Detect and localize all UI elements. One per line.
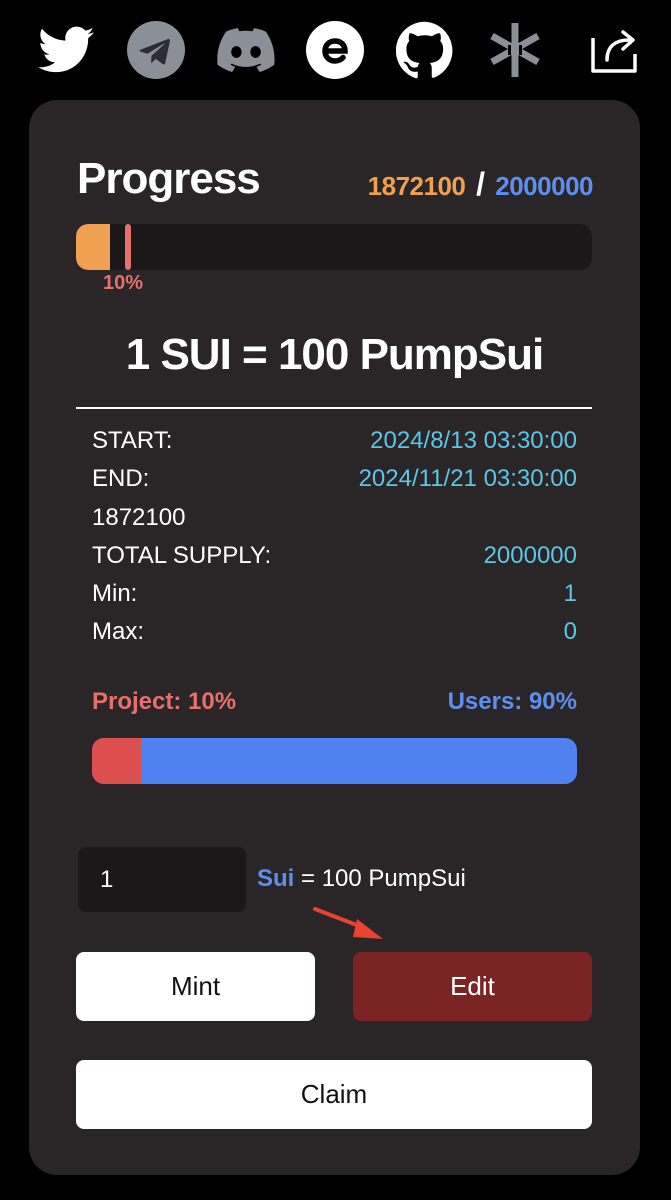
progress-total: 2000000 [495, 171, 593, 201]
conversion-unit: Sui [257, 865, 295, 892]
github-icon[interactable] [395, 20, 455, 80]
claim-button[interactable]: Claim [76, 1060, 592, 1129]
progress-marker [125, 224, 131, 270]
start-row: START: 2024/8/13 03:30:00 [92, 427, 577, 463]
progress-bar [76, 224, 592, 270]
total-supply-value: 2000000 [483, 542, 577, 569]
minted-value: 1872100 [92, 504, 186, 531]
conversion-result: = 100 PumpSui [294, 865, 466, 892]
share-icon[interactable] [585, 20, 645, 80]
allocation-project-segment [92, 738, 141, 784]
social-bar [0, 0, 671, 100]
total-supply-row: TOTAL SUPPLY: 2000000 [92, 542, 577, 578]
min-row: Min: 1 [92, 580, 577, 616]
total-supply-label: TOTAL SUPPLY: [92, 542, 272, 569]
mint-button[interactable]: Mint [76, 952, 315, 1021]
divider [76, 407, 592, 409]
project-allocation-label: Project: 10% [92, 688, 237, 715]
progress-fill [76, 224, 110, 270]
end-row: END: 2024/11/21 03:30:00 [92, 465, 577, 501]
mint-card: Progress 1872100 / 2000000 10% 1 SUI = 1… [29, 100, 640, 1175]
max-value: 0 [563, 618, 577, 645]
progress-title: Progress [77, 154, 261, 203]
end-label: END: [92, 465, 150, 492]
allocation-bar [92, 738, 577, 784]
max-label: Max: [92, 618, 145, 645]
start-label: START: [92, 427, 173, 454]
twitter-icon[interactable] [36, 20, 96, 80]
annotation-arrow-icon [313, 907, 383, 939]
progress-current: 1872100 [367, 171, 466, 201]
end-value: 2024/11/21 03:30:00 [358, 465, 577, 492]
progress-marker-label: 10% [103, 272, 144, 294]
users-allocation-label: Users: 90% [447, 688, 577, 715]
discord-icon[interactable] [216, 20, 276, 80]
start-value: 2024/8/13 03:30:00 [370, 427, 577, 454]
progress-count: 1872100 / 2000000 [367, 166, 594, 203]
amount-input[interactable] [78, 847, 246, 912]
telegram-icon[interactable] [126, 20, 186, 80]
conversion-text: Sui = 100 PumpSui [257, 865, 466, 893]
min-value: 1 [563, 580, 577, 607]
minted-row: 1872100 [92, 504, 577, 540]
edit-button[interactable]: Edit [353, 952, 592, 1021]
min-label: Min: [92, 580, 138, 607]
progress-separator: / [476, 166, 485, 202]
asterisk-icon[interactable] [485, 20, 545, 80]
e-icon[interactable] [305, 20, 365, 80]
exchange-rate: 1 SUI = 100 PumpSui [125, 330, 545, 379]
max-row: Max: 0 [92, 618, 577, 654]
